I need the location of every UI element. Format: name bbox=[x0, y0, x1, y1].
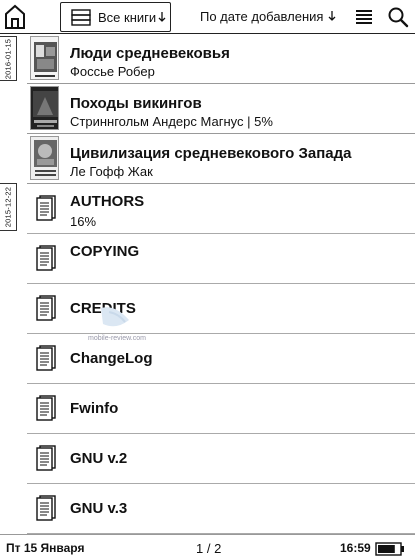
list-item[interactable]: COPYING bbox=[27, 234, 415, 284]
document-title: AUTHORS bbox=[70, 193, 145, 210]
book-title: Походы викингов bbox=[70, 95, 202, 112]
search-icon bbox=[388, 7, 409, 28]
list-item[interactable]: GNU v.3 bbox=[27, 484, 415, 534]
status-time: 16:59 bbox=[340, 541, 371, 555]
date-group-label: 2016-01-15 bbox=[3, 38, 13, 79]
menu-button[interactable] bbox=[355, 8, 373, 26]
sort-dropdown[interactable]: По дате добавления bbox=[200, 9, 336, 24]
document-title: GNU v.2 bbox=[70, 450, 128, 467]
list-item[interactable]: AUTHORS 16% bbox=[27, 184, 415, 234]
arrow-down-icon bbox=[158, 12, 166, 22]
document-icon bbox=[36, 195, 56, 221]
home-icon bbox=[5, 4, 25, 29]
books-stack-icon bbox=[71, 9, 91, 26]
document-progress: 16% bbox=[70, 214, 97, 229]
date-group-label: 2015-12-22 bbox=[3, 186, 13, 228]
list-item[interactable]: ChangeLog bbox=[27, 334, 415, 384]
book-title: Цивилизация средневекового Запада bbox=[70, 145, 352, 162]
status-bar: Пт 15 Января 1 / 2 16:59 bbox=[0, 534, 415, 560]
list-item[interactable]: Люди средневековья Фоссье Робер bbox=[27, 34, 415, 84]
sort-label: По дате добавления bbox=[200, 9, 324, 24]
book-cover bbox=[30, 136, 59, 180]
book-cover bbox=[30, 36, 59, 80]
filter-dropdown[interactable]: Все книги bbox=[60, 2, 171, 32]
date-group-tab: 2015-12-22 bbox=[0, 183, 17, 231]
list-item[interactable]: Цивилизация средневекового Запада Ле Гоф… bbox=[27, 134, 415, 184]
search-button[interactable] bbox=[387, 6, 409, 28]
document-icon bbox=[36, 445, 56, 471]
document-icon bbox=[36, 245, 56, 271]
book-author: Ле Гофф Жак bbox=[70, 164, 153, 179]
document-title: ChangeLog bbox=[70, 350, 153, 367]
page-indicator[interactable]: 1 / 2 bbox=[196, 541, 221, 556]
list-item[interactable]: Fwinfo bbox=[27, 384, 415, 434]
document-icon bbox=[36, 295, 56, 321]
battery-icon bbox=[375, 542, 404, 556]
hamburger-menu-icon bbox=[356, 10, 372, 24]
home-button[interactable] bbox=[2, 2, 28, 31]
watermark-text: mobile-review.com bbox=[88, 335, 146, 342]
book-author: Стриннгольм Андерс Магнус | 5% bbox=[70, 114, 273, 129]
document-title: GNU v.3 bbox=[70, 500, 128, 517]
book-author: Фоссье Робер bbox=[70, 64, 155, 79]
date-group-tab: 2016-01-15 bbox=[0, 36, 17, 81]
list-item[interactable]: GNU v.2 bbox=[27, 434, 415, 484]
watermark-logo-icon bbox=[101, 307, 129, 327]
book-cover bbox=[30, 86, 59, 130]
filter-label: Все книги bbox=[98, 9, 157, 25]
document-icon bbox=[36, 395, 56, 421]
document-icon bbox=[36, 345, 56, 371]
document-title: COPYING bbox=[70, 243, 140, 260]
arrow-down-icon bbox=[328, 11, 336, 21]
list-item[interactable]: Походы викингов Стриннгольм Андерс Магну… bbox=[27, 84, 415, 134]
top-toolbar: Все книги По дате добавления bbox=[0, 0, 415, 34]
document-title: Fwinfo bbox=[70, 400, 119, 417]
list-item[interactable]: CREDITS bbox=[27, 284, 415, 334]
status-date: Пт 15 Января bbox=[6, 541, 85, 555]
book-title: Люди средневековья bbox=[70, 45, 230, 62]
document-icon bbox=[36, 495, 56, 521]
library-list: Люди средневековья Фоссье Робер Походы в… bbox=[27, 34, 415, 534]
